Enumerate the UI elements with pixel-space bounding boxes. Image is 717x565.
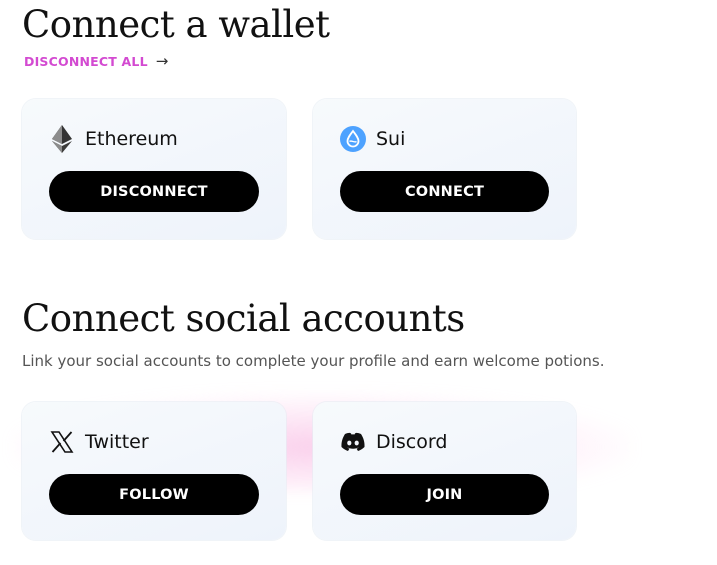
ethereum-icon	[49, 125, 75, 153]
sui-icon	[340, 126, 366, 152]
social-name-twitter: Twitter	[85, 431, 149, 453]
social-section-subtitle: Link your social accounts to complete yo…	[22, 352, 605, 370]
x-icon	[49, 429, 75, 455]
disconnect-ethereum-button[interactable]: DISCONNECT	[49, 171, 259, 212]
social-card-twitter: Twitter FOLLOW	[22, 402, 286, 540]
discord-icon	[340, 429, 366, 455]
wallet-name-ethereum: Ethereum	[85, 128, 178, 150]
disconnect-all-link[interactable]: DISCONNECT ALL →	[24, 52, 169, 70]
social-section-title: Connect social accounts	[22, 297, 465, 340]
wallet-section-title: Connect a wallet	[22, 3, 330, 46]
follow-twitter-button[interactable]: FOLLOW	[49, 474, 259, 515]
disconnect-all-label: DISCONNECT ALL	[24, 53, 148, 69]
social-name-discord: Discord	[376, 431, 448, 453]
wallet-card-ethereum: Ethereum DISCONNECT	[22, 99, 286, 239]
join-discord-button[interactable]: JOIN	[340, 474, 549, 515]
connect-sui-button[interactable]: CONNECT	[340, 171, 549, 212]
arrow-right-icon: →	[155, 52, 169, 70]
wallet-name-sui: Sui	[376, 128, 406, 150]
wallet-card-sui: Sui CONNECT	[313, 99, 576, 239]
social-card-discord: Discord JOIN	[313, 402, 576, 540]
